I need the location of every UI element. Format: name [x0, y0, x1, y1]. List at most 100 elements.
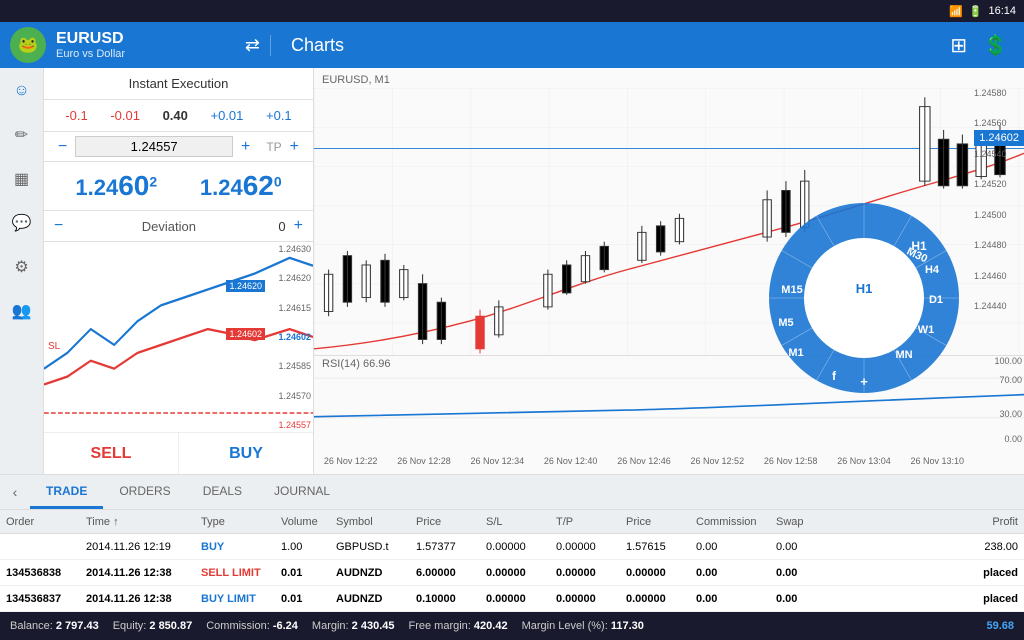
th-symbol: Symbol — [330, 516, 410, 528]
buy-button[interactable]: BUY — [178, 432, 313, 474]
tab-trade[interactable]: TRADE — [30, 475, 103, 509]
red-price-badge: 1.24602 — [226, 328, 265, 340]
tab-orders[interactable]: ORDERS — [103, 475, 186, 509]
bid-main: 1.24 — [75, 175, 118, 200]
tp-label: TP — [266, 140, 281, 154]
middle-row: ☺ ✏ ▦ 💬 ⚙ 👥 Instant Execution -0.1 -0.01… — [0, 68, 1024, 474]
sell-buy-row: SELL BUY — [44, 432, 313, 474]
adj-plus01[interactable]: +0.1 — [262, 106, 296, 125]
sidebar-item-pen[interactable]: ✏ — [7, 120, 37, 150]
table-header: Order Time ↑ Type Volume Symbol Price S/… — [0, 510, 1024, 534]
td-commission-3: 0.00 — [690, 593, 770, 605]
sidebar-item-document[interactable]: ▦ — [7, 164, 37, 194]
td-type-1: BUY — [195, 541, 275, 553]
time-label-2: 26 Nov 12:28 — [397, 456, 451, 466]
content: ☺ ✏ ▦ 💬 ⚙ 👥 Instant Execution -0.1 -0.01… — [0, 68, 1024, 640]
status-bar: 📶 🔋 16:14 — [0, 0, 1024, 22]
th-order: Order — [0, 516, 80, 528]
sidebar-item-profile[interactable]: ☺ — [7, 76, 37, 106]
deviation-minus-btn[interactable]: − — [54, 217, 63, 235]
price-1: 1.24580 — [974, 88, 1022, 98]
chart-label: EURUSD, M1 — [322, 74, 390, 86]
free-margin-value: 420.42 — [474, 620, 508, 632]
deviation-row: − Deviation 0 + — [44, 211, 313, 242]
left-panel: Instant Execution -0.1 -0.01 0.40 +0.01 … — [44, 68, 314, 474]
price-2: 1.24560 — [974, 118, 1022, 128]
new-window-icon[interactable]: ⊞ — [950, 33, 967, 58]
sl-price[interactable]: 1.24557 — [75, 136, 233, 157]
sl-tp-row: − 1.24557 + TP + — [44, 132, 313, 162]
table-row[interactable]: 134536838 2014.11.26 12:38 SELL LIMIT 0.… — [0, 560, 1024, 586]
td-symbol-3: AUDNZD — [330, 593, 410, 605]
commission-value: -6.24 — [273, 620, 298, 632]
balance-item-commission: Commission: -6.24 — [206, 620, 298, 632]
svg-text:H1: H1 — [911, 239, 927, 253]
adj-minus001[interactable]: -0.01 — [106, 106, 144, 125]
th-commission: Commission — [690, 516, 770, 528]
sell-button[interactable]: SELL — [44, 432, 178, 474]
td-time-2: 2014.11.26 12:38 — [80, 567, 195, 579]
mini-price-3: 1.24615 — [278, 303, 311, 313]
th-volume: Volume — [275, 516, 330, 528]
margin-level-value: 117.30 — [611, 620, 644, 632]
price-4: 1.24520 — [974, 179, 1022, 189]
tp-plus-btn[interactable]: + — [286, 138, 303, 156]
time-label-6: 26 Nov 12:52 — [691, 456, 745, 466]
battery-icon: 🔋 — [969, 5, 983, 18]
td-price2-1: 1.57615 — [620, 541, 690, 553]
balance-item-balance: Balance: 2 797.43 — [10, 620, 99, 632]
tab-journal[interactable]: JOURNAL — [258, 475, 346, 509]
time-label-5: 26 Nov 12:46 — [617, 456, 671, 466]
adj-plus001[interactable]: +0.01 — [206, 106, 247, 125]
td-type-2: SELL LIMIT — [195, 567, 275, 579]
sidebar-item-settings[interactable]: ⚙ — [7, 252, 37, 282]
price-7: 1.24460 — [974, 271, 1022, 281]
price-3: 1.24540 — [974, 149, 1022, 159]
time-label-7: 26 Nov 12:58 — [764, 456, 818, 466]
bid-sup: 2 — [149, 174, 157, 190]
ask-main: 1.24 — [200, 175, 243, 200]
time-label-3: 26 Nov 12:34 — [471, 456, 525, 466]
sidebar-item-people[interactable]: 👥 — [7, 296, 37, 326]
td-price2-3: 0.00000 — [620, 593, 690, 605]
mini-chart-prices: 1.24630 1.24620 1.24615 1.24602 1.24585 … — [278, 242, 311, 432]
table-row[interactable]: 2014.11.26 12:19 BUY 1.00 GBPUSD.t 1.573… — [0, 534, 1024, 560]
th-price2: Price — [620, 516, 690, 528]
sidebar-item-chat[interactable]: 💬 — [7, 208, 37, 238]
tab-deals[interactable]: DEALS — [187, 475, 258, 509]
th-swap: Swap — [770, 516, 825, 528]
td-price-3: 0.10000 — [410, 593, 480, 605]
tab-arrow-left[interactable]: ‹ — [0, 484, 30, 500]
td-tp-2: 0.00000 — [550, 567, 620, 579]
charts-label: Charts — [291, 35, 344, 56]
td-time-3: 2014.11.26 12:38 — [80, 593, 195, 605]
td-time-1: 2014.11.26 12:19 — [80, 541, 195, 553]
td-price-1: 1.57377 — [410, 541, 480, 553]
table-row[interactable]: 134536837 2014.11.26 12:38 BUY LIMIT 0.0… — [0, 586, 1024, 612]
td-profit-2: placed — [825, 567, 1024, 579]
mini-price-4: 1.24602 — [278, 332, 311, 342]
balance-item-free-margin: Free margin: 420.42 — [409, 620, 508, 632]
timeframe-wheel: M30 H1 H4 D1 W1 MN + f M1 M5 M15 H1 — [764, 198, 964, 398]
instant-execution-header: Instant Execution — [44, 68, 313, 100]
balance-item-profit: 59.68 — [986, 620, 1014, 632]
header-center: Charts — [270, 35, 950, 56]
sl-plus-btn[interactable]: + — [237, 138, 254, 156]
sl-minus-btn[interactable]: − — [54, 138, 71, 156]
balance-item-equity: Equity: 2 850.87 — [113, 620, 193, 632]
ask-large: 62 — [243, 170, 274, 201]
th-time: Time ↑ — [80, 516, 195, 528]
margin-value: 2 430.45 — [352, 620, 395, 632]
adj-040[interactable]: 0.40 — [159, 106, 192, 125]
balance-value: 2 797.43 — [56, 620, 99, 632]
total-profit-value: 59.68 — [986, 620, 1014, 632]
price-axis: 1.24580 1.24560 1.24540 1.24520 1.24500 … — [974, 88, 1022, 311]
svg-text:H1: H1 — [856, 281, 873, 296]
deviation-plus-btn[interactable]: + — [294, 217, 303, 235]
adj-minus01[interactable]: -0.1 — [61, 106, 91, 125]
price-6: 1.24480 — [974, 240, 1022, 250]
trade-icon[interactable]: 💲 — [983, 33, 1008, 58]
exchange-icon[interactable]: ⇄ — [245, 35, 260, 56]
td-profit-3: placed — [825, 593, 1024, 605]
time-axis: 26 Nov 12:22 26 Nov 12:28 26 Nov 12:34 2… — [314, 456, 974, 466]
